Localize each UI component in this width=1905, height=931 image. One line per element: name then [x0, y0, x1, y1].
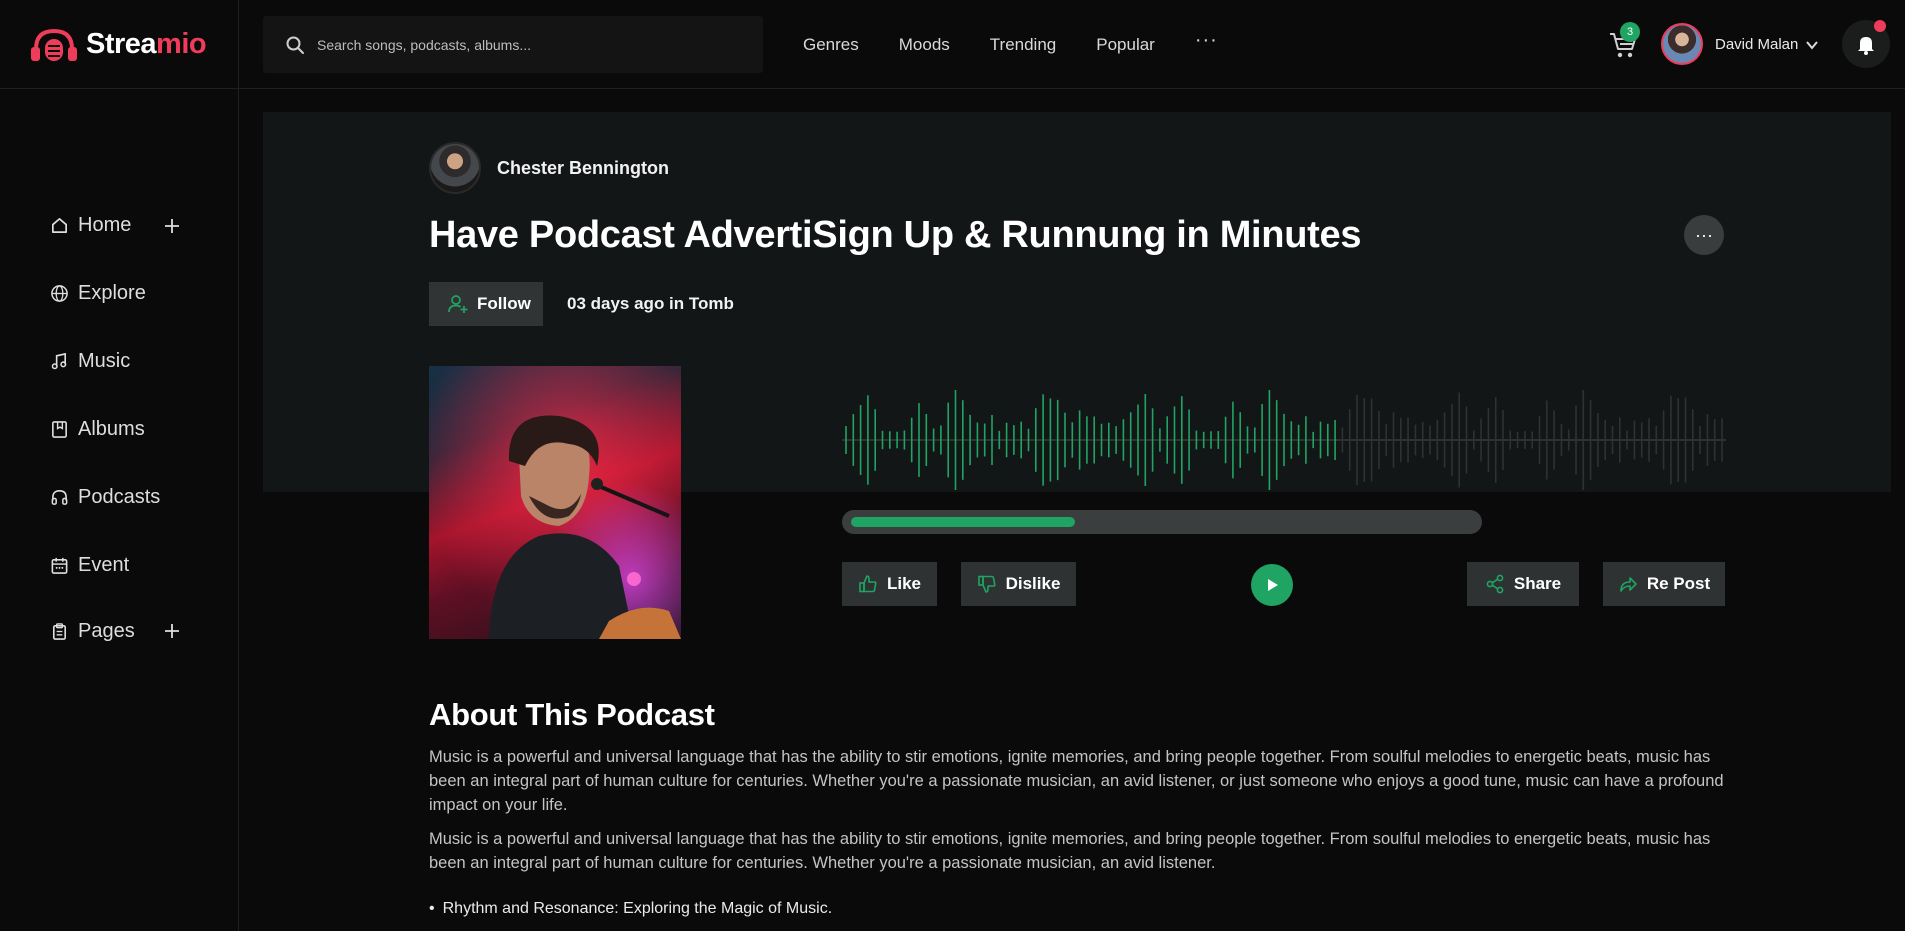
user-avatar[interactable] — [1661, 23, 1703, 65]
audio-waveform[interactable] — [842, 390, 1726, 490]
more-options-button[interactable]: ··· — [1684, 215, 1724, 255]
share-button[interactable]: Share — [1467, 562, 1579, 606]
cart-count-badge: 3 — [1620, 22, 1640, 42]
sidebar-item-label: Explore — [78, 281, 146, 304]
bullet-text: Rhythm and Resonance: Exploring the Magi… — [442, 900, 833, 917]
about-heading: About This Podcast — [429, 697, 715, 732]
album-icon — [52, 420, 67, 438]
plus-icon[interactable] — [163, 622, 181, 640]
podcast-cover-image — [429, 366, 681, 639]
share-icon — [1486, 574, 1504, 594]
repost-button[interactable]: Re Post — [1603, 562, 1725, 606]
playback-progress-bar[interactable] — [842, 510, 1482, 534]
headphones-logo-icon — [31, 28, 77, 61]
sidebar: Home Explore Music Albums Podcasts Event… — [0, 89, 239, 931]
author-name[interactable]: Chester Bennington — [497, 158, 669, 179]
plus-icon[interactable] — [163, 217, 181, 235]
chevron-down-icon[interactable] — [1805, 38, 1819, 52]
user-name[interactable]: David Malan — [1715, 36, 1798, 53]
about-bullet-item: • Rhythm and Resonance: Exploring the Mag… — [429, 900, 833, 917]
sidebar-item-label: Event — [78, 553, 130, 576]
sidebar-item-event[interactable]: Event — [50, 550, 190, 580]
top-navigation: Genres Moods Trending Popular ··· — [803, 0, 1258, 89]
sidebar-item-albums[interactable]: Albums — [50, 414, 190, 444]
podcast-title: Have Podcast AdvertiSign Up & Runnung in… — [429, 214, 1362, 256]
calendar-icon — [51, 557, 68, 574]
nav-more-menu[interactable]: ··· — [1195, 29, 1218, 52]
nav-moods[interactable]: Moods — [899, 35, 950, 55]
follow-button[interactable]: Follow — [429, 282, 543, 326]
top-header: Streamio Genres Moods Trending Popular ·… — [0, 0, 1905, 89]
play-icon — [1268, 579, 1278, 591]
sidebar-item-label: Pages — [78, 619, 135, 642]
music-note-icon — [51, 352, 67, 369]
sidebar-item-music[interactable]: Music — [50, 346, 190, 376]
about-paragraph: Music is a powerful and universal langua… — [429, 748, 1724, 814]
playback-progress-fill — [851, 517, 1075, 527]
repost-label: Re Post — [1646, 574, 1711, 593]
thumbs-up-icon — [859, 575, 877, 593]
bell-icon — [1858, 37, 1874, 55]
search-input[interactable] — [317, 36, 737, 53]
play-button[interactable] — [1251, 564, 1293, 606]
brand-logo-link[interactable]: Streamio — [0, 0, 239, 89]
notification-dot — [1874, 20, 1886, 32]
sidebar-item-explore[interactable]: Explore — [50, 278, 190, 308]
globe-icon — [51, 284, 68, 302]
home-icon — [51, 217, 68, 233]
more-dots-icon: ··· — [1695, 224, 1713, 245]
user-plus-icon — [448, 295, 468, 313]
nav-trending[interactable]: Trending — [990, 35, 1056, 55]
about-paragraph: Music is a powerful and universal langua… — [429, 830, 1711, 872]
follow-label: Follow — [477, 294, 531, 313]
nav-genres[interactable]: Genres — [803, 35, 859, 55]
sidebar-item-label: Albums — [78, 417, 145, 440]
sidebar-item-label: Music — [78, 349, 131, 372]
headphones-icon — [51, 489, 68, 505]
clipboard-icon — [52, 622, 67, 640]
like-label: Like — [886, 574, 922, 593]
like-button[interactable]: Like — [842, 562, 937, 606]
repost-arrow-icon — [1620, 577, 1637, 592]
brand-name: Streamio — [86, 28, 207, 60]
sidebar-item-podcasts[interactable]: Podcasts — [50, 482, 190, 512]
nav-popular[interactable]: Popular — [1096, 35, 1155, 55]
dislike-button[interactable]: Dislike — [961, 562, 1076, 606]
posted-meta: 03 days ago in Tomb — [567, 294, 734, 313]
guitarist-illustration — [429, 366, 681, 639]
sidebar-item-label: Home — [78, 213, 132, 236]
search-bar — [263, 16, 763, 73]
dislike-label: Dislike — [1005, 574, 1061, 593]
sidebar-item-label: Podcasts — [78, 485, 161, 508]
share-label: Share — [1513, 574, 1562, 593]
author-avatar[interactable] — [429, 142, 481, 194]
search-icon — [286, 36, 304, 54]
thumbs-down-icon — [977, 575, 996, 593]
